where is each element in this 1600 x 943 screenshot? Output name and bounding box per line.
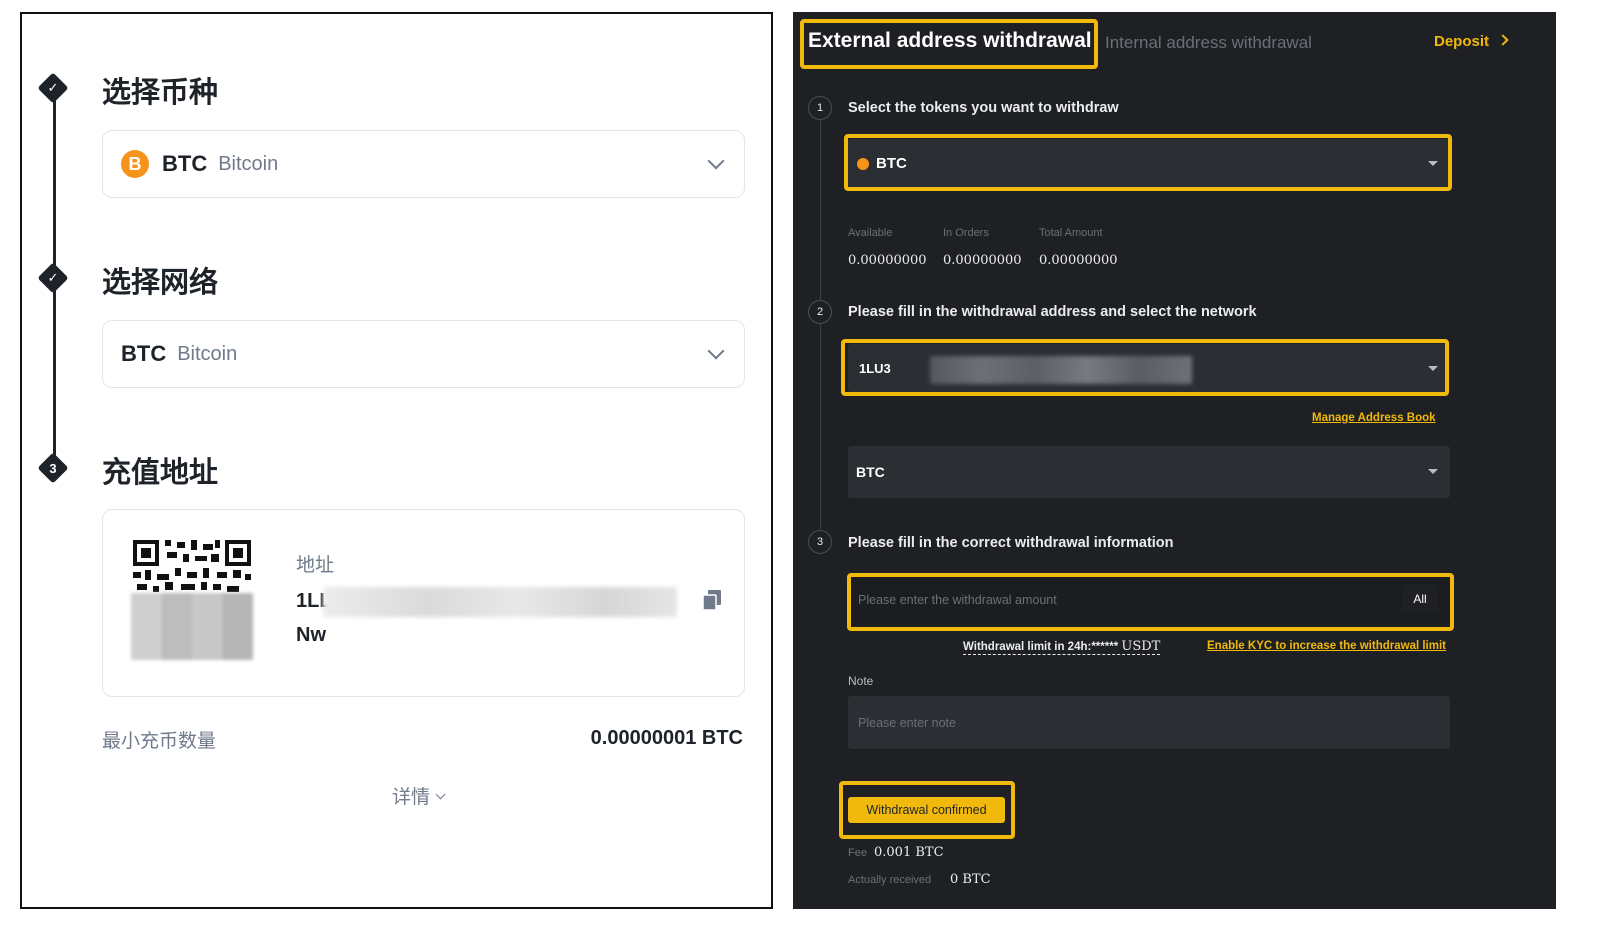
note-label: Note <box>848 674 874 688</box>
address-line-2: Nw <box>296 624 326 646</box>
limit-text: Withdrawal limit in 24h:****** <box>963 641 1122 653</box>
tab-internal-withdrawal[interactable]: Internal address withdrawal <box>1105 33 1312 53</box>
network-value: BTC <box>856 464 885 480</box>
chevron-down-icon <box>707 152 725 170</box>
qr-redacted-area <box>131 593 253 660</box>
step1-title: 选择币种 <box>102 75 219 109</box>
step3-number: 3 <box>808 530 832 554</box>
step3-title: 充值地址 <box>102 455 219 489</box>
step1-check-icon: ✓ <box>37 72 69 104</box>
received-label: Actually received <box>848 874 932 886</box>
details-label: 详情 <box>392 786 431 808</box>
deposit-label: Deposit <box>1434 33 1490 50</box>
withdrawal-limit: Withdrawal limit in 24h:****** USDT <box>963 639 1161 655</box>
chevron-down-icon <box>707 342 725 360</box>
address-redacted <box>323 587 677 617</box>
highlight-amount-input <box>847 573 1454 631</box>
copy-icon[interactable] <box>703 590 721 610</box>
step1-label: Select the tokens you want to withdraw <box>848 100 1119 116</box>
step2-label: Please fill in the withdrawal address an… <box>848 304 1257 320</box>
step2-check-icon: ✓ <box>37 262 69 294</box>
details-toggle[interactable]: 详情 <box>392 782 446 809</box>
step-connector <box>820 324 821 530</box>
note-placeholder: Please enter note <box>858 716 956 730</box>
limit-unit: USDT <box>1121 639 1161 654</box>
total-value: 0.00000000 <box>1039 253 1118 268</box>
step2-number: 2 <box>808 300 832 324</box>
available-value: 0.00000000 <box>848 253 927 268</box>
manage-address-book-link[interactable]: Manage Address Book <box>1312 412 1436 424</box>
in-orders-value: 0.00000000 <box>943 253 1022 268</box>
fee-label: Fee <box>848 847 867 859</box>
available-label: Available <box>848 227 893 239</box>
highlight-address-input <box>841 339 1449 396</box>
step3-number-icon: 3 <box>37 452 69 484</box>
network-name: Bitcoin <box>177 342 238 365</box>
withdrawal-panel: External address withdrawal Internal add… <box>793 12 1556 909</box>
deposit-link[interactable]: Deposit <box>1434 33 1509 50</box>
highlight-token-select <box>844 134 1452 191</box>
bitcoin-coin-icon: B <box>121 150 149 178</box>
chevron-down-icon <box>435 789 446 800</box>
coin-symbol: BTC <box>162 151 208 176</box>
in-orders-label: In Orders <box>943 227 989 239</box>
deposit-address-card: 地址 1LL Nw <box>102 509 745 697</box>
step3-label: Please fill in the correct withdrawal in… <box>848 535 1174 551</box>
step1-number: 1 <box>808 96 832 120</box>
fee-value: 0.001 BTC <box>874 845 944 860</box>
min-deposit-label: 最小充币数量 <box>102 730 217 752</box>
step-connector <box>820 120 821 300</box>
note-input[interactable]: Please enter note <box>848 696 1450 749</box>
highlight-confirm-button <box>839 781 1015 839</box>
min-deposit-value: 0.00000001 BTC <box>590 727 743 749</box>
deposit-panel: ✓ 选择币种 B BTC Bitcoin ✓ 选择网络 BTC Bitcoin … <box>20 12 773 909</box>
total-label: Total Amount <box>1039 227 1103 239</box>
coin-name: Bitcoin <box>218 152 279 175</box>
network-symbol: BTC <box>121 341 167 366</box>
chevron-right-icon <box>1497 34 1509 46</box>
network-select[interactable]: BTC Bitcoin <box>102 320 745 388</box>
received-value: 0 BTC <box>950 872 991 887</box>
step2-title: 选择网络 <box>102 265 219 299</box>
enable-kyc-link[interactable]: Enable KYC to increase the withdrawal li… <box>1207 640 1446 652</box>
network-select[interactable]: BTC <box>848 446 1450 498</box>
tab-external-withdrawal[interactable]: External address withdrawal <box>808 29 1092 53</box>
caret-down-icon <box>1428 469 1438 474</box>
coin-select[interactable]: B BTC Bitcoin <box>102 130 745 198</box>
address-label: 地址 <box>296 554 335 576</box>
